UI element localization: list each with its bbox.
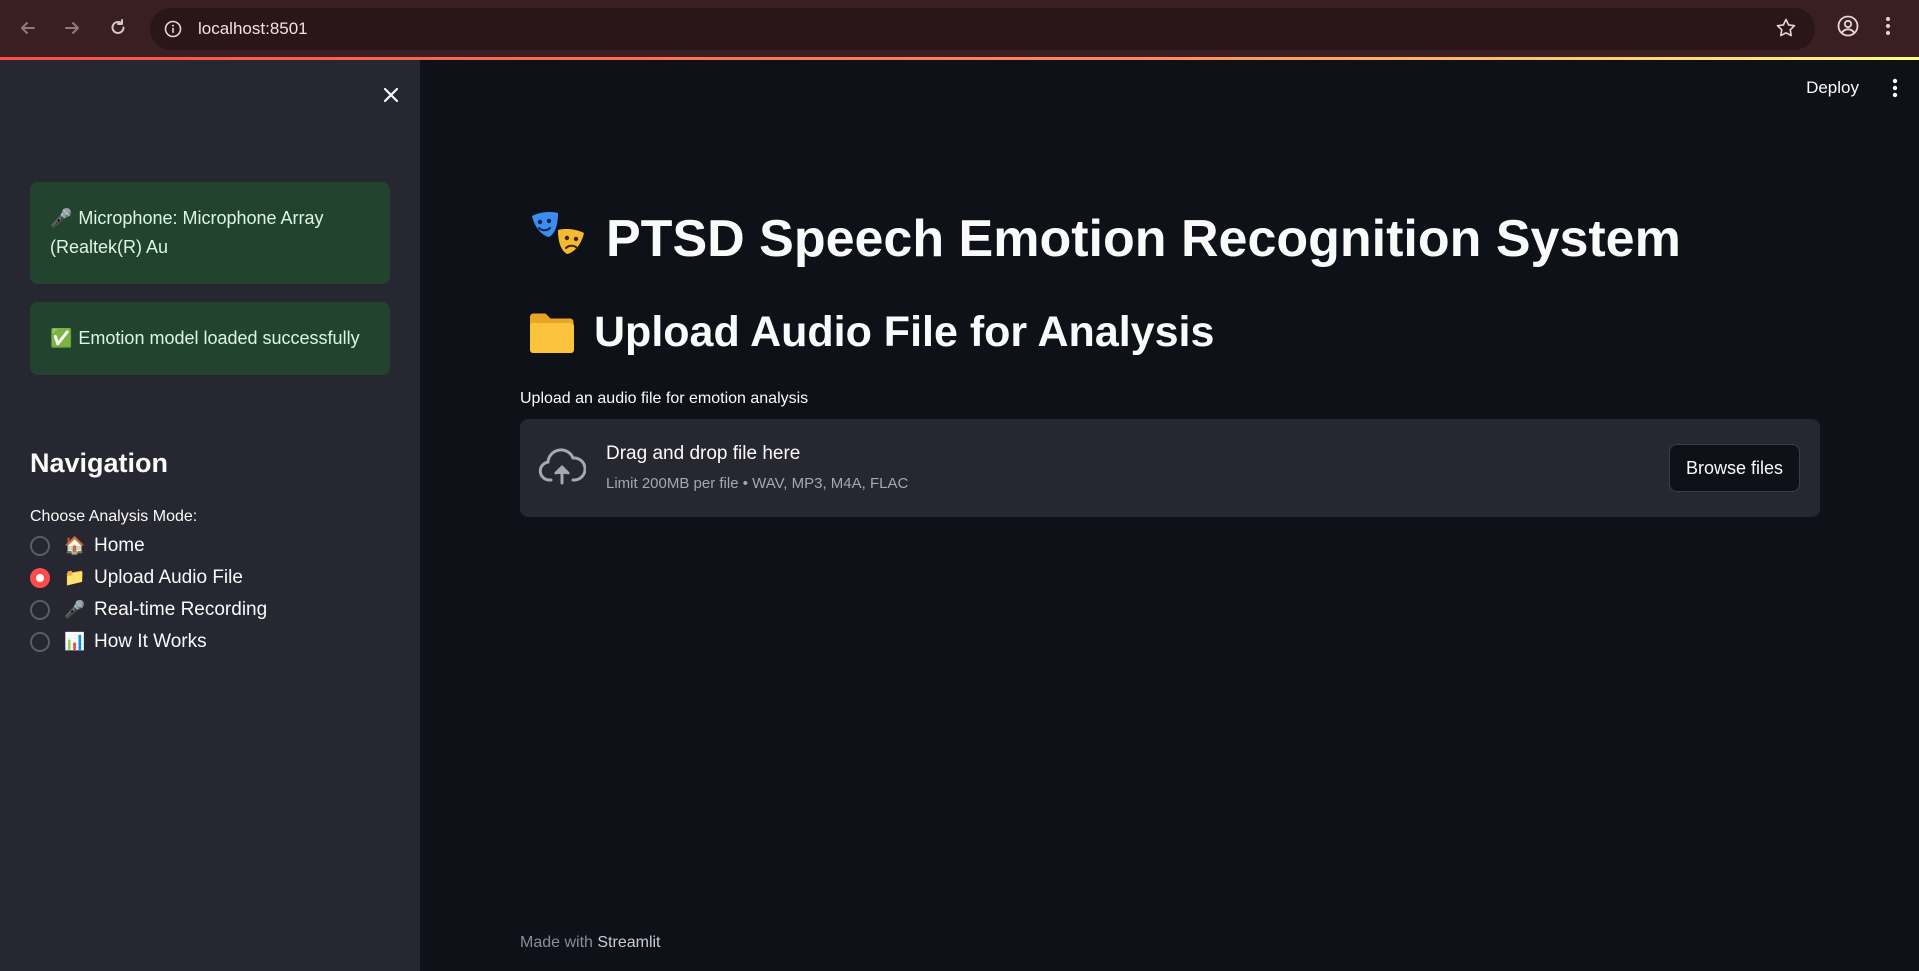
streamlit-link[interactable]: Streamlit: [597, 934, 660, 951]
radio-realtime-recording[interactable]: 🎤 Real-time Recording: [30, 594, 267, 626]
cloud-upload-icon: [538, 448, 586, 485]
url-text[interactable]: localhost:8501: [198, 19, 308, 39]
uploader-label: Upload an audio file for emotion analysi…: [520, 390, 809, 407]
close-icon: [383, 87, 399, 103]
radio-label[interactable]: Home: [94, 535, 145, 557]
navigation-heading: Navigation: [30, 448, 169, 478]
sidebar-close-button[interactable]: [376, 80, 406, 110]
theater-masks-icon: [532, 212, 584, 254]
mode-radio-group: 🏠 Home 📁 Upload Audio File 🎤 Real-time R…: [30, 530, 267, 658]
section-heading: Upload Audio File for Analysis: [528, 308, 1214, 357]
main-content: Deploy PTSD Speech Emotion Recognition S…: [420, 60, 1919, 971]
microphone-status-alert: 🎤 Microphone: Microphone Array (Realtek(R…: [30, 182, 390, 284]
check-icon: ✅: [50, 328, 73, 348]
folder-icon: 📁: [64, 568, 86, 587]
radio-button-selected[interactable]: [30, 568, 50, 588]
site-info-icon[interactable]: [160, 16, 186, 42]
radio-button[interactable]: [30, 632, 50, 652]
radio-how-it-works[interactable]: 📊 How It Works: [30, 626, 267, 658]
profile-icon[interactable]: [1836, 14, 1860, 43]
mode-label: Choose Analysis Mode:: [30, 508, 198, 525]
model-status-alert: ✅ Emotion model loaded successfully: [30, 302, 390, 375]
bookmark-star-icon[interactable]: [1775, 17, 1797, 44]
footer: Made with Streamlit: [520, 934, 661, 952]
app-menu-icon[interactable]: [1889, 76, 1901, 105]
browse-files-button[interactable]: Browse files: [1668, 444, 1800, 492]
browser-menu-icon[interactable]: [1880, 14, 1896, 43]
radio-home[interactable]: 🏠 Home: [30, 530, 267, 562]
back-button[interactable]: [14, 14, 42, 42]
section-heading-text: Upload Audio File for Analysis: [594, 308, 1215, 356]
reload-button[interactable]: [104, 14, 132, 42]
radio-label[interactable]: How It Works: [94, 631, 207, 653]
radio-label[interactable]: Real-time Recording: [94, 599, 267, 621]
file-dropzone[interactable]: Drag and drop file here Limit 200MB per …: [520, 419, 1820, 517]
radio-button[interactable]: [30, 600, 50, 620]
folder-icon: [530, 313, 574, 353]
radio-upload-audio[interactable]: 📁 Upload Audio File: [30, 562, 267, 594]
alert-text: Emotion model loaded successfully: [78, 328, 360, 348]
forward-button[interactable]: [58, 14, 86, 42]
bar-chart-icon: 📊: [64, 632, 86, 651]
address-bar[interactable]: localhost:8501: [150, 8, 1815, 50]
radio-label[interactable]: Upload Audio File: [94, 567, 243, 589]
forward-arrow-icon: [65, 22, 79, 34]
deploy-button[interactable]: Deploy: [1806, 78, 1859, 98]
reload-icon: [111, 19, 125, 34]
page-title: PTSD Speech Emotion Recognition System: [528, 208, 1681, 270]
back-arrow-icon: [21, 22, 35, 34]
microphone-icon: 🎤: [64, 600, 86, 619]
sidebar: 🎤 Microphone: Microphone Array (Realtek(R…: [0, 60, 420, 971]
footer-prefix: Made with: [520, 934, 593, 951]
dropzone-limit-text: Limit 200MB per file • WAV, MP3, M4A, FL…: [606, 475, 909, 492]
alert-text: Microphone: Microphone Array (Realtek(R)…: [50, 208, 324, 257]
microphone-icon: 🎤: [50, 208, 73, 228]
radio-button[interactable]: [30, 536, 50, 556]
page-title-text: PTSD Speech Emotion Recognition System: [606, 210, 1681, 268]
dropzone-instruction: Drag and drop file here: [606, 443, 801, 464]
house-icon: 🏠: [64, 536, 86, 555]
browser-toolbar: localhost:8501: [0, 0, 1919, 58]
